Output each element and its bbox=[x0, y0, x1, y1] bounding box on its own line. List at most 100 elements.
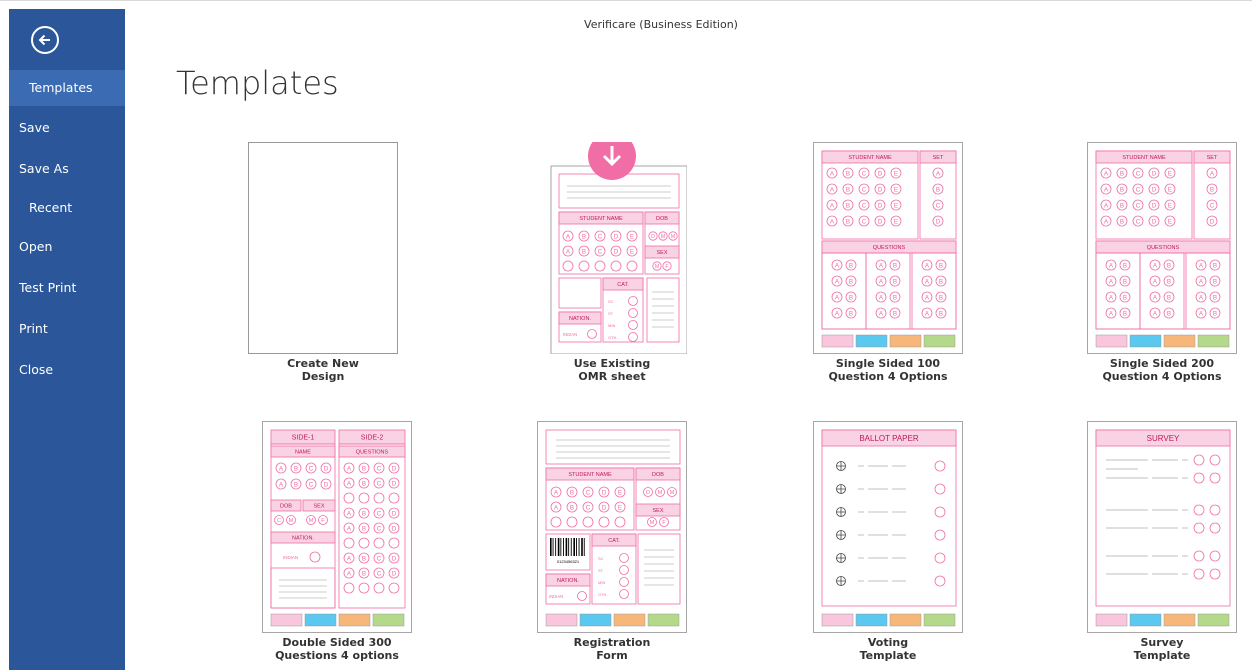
barcode-bar bbox=[570, 538, 572, 556]
template-label: Survey Template bbox=[1133, 636, 1191, 662]
bubble-letter: D bbox=[646, 490, 650, 496]
color-swatch bbox=[613, 613, 646, 627]
bubble-letter: D bbox=[614, 248, 619, 255]
bubble-letter: A bbox=[554, 489, 559, 496]
template-survey[interactable]: SURVEY Survey Template bbox=[1072, 421, 1252, 662]
field-header-label: STUDENT NAME bbox=[1122, 155, 1166, 161]
field-header-label: SIDE-2 bbox=[361, 435, 384, 442]
bubble-letter: C bbox=[377, 525, 382, 532]
bubble-letter: B bbox=[294, 465, 298, 472]
field-box bbox=[911, 252, 957, 330]
bubble-letter: B bbox=[582, 248, 586, 255]
bubble bbox=[309, 551, 321, 563]
template-single-100[interactable]: STUDENT NAME SET A B C D E A B C D E A B C D E A B C D E A B C D Q… bbox=[798, 142, 978, 383]
bubble bbox=[373, 537, 385, 549]
color-swatch bbox=[923, 334, 956, 348]
sidebar-item-recent[interactable]: Recent bbox=[9, 190, 125, 226]
bubble-letter: C bbox=[377, 510, 382, 517]
ballot-preview: BALLOT PAPER bbox=[821, 429, 957, 627]
bubble-letter: B bbox=[1123, 310, 1127, 317]
color-swatch bbox=[821, 334, 854, 348]
bubble-letter: D bbox=[602, 489, 607, 496]
barcode-bar bbox=[576, 538, 577, 556]
bubble-letter: M bbox=[658, 490, 663, 496]
field-box bbox=[1139, 252, 1185, 330]
bubble-letter: B bbox=[582, 233, 586, 240]
template-label: Single Sided 200 Question 4 Options bbox=[1102, 357, 1222, 383]
bubble-letter: D bbox=[392, 465, 397, 472]
bubble bbox=[619, 577, 629, 587]
bubble-letter: A bbox=[347, 525, 352, 532]
bubble-letter: A bbox=[830, 202, 835, 209]
voting-thumbnail: BALLOT PAPER bbox=[813, 421, 963, 633]
bubble-letter: A bbox=[1199, 262, 1204, 269]
single-100-preview: STUDENT NAME SET A B C D E A B C D E A B C D E A B C D E A B C D Q… bbox=[821, 150, 957, 348]
field-header-label: SEX bbox=[313, 503, 324, 509]
bubble-letter: F bbox=[662, 520, 666, 526]
sidebar-item-close[interactable]: Close bbox=[9, 352, 125, 388]
template-use-existing[interactable]: STUDENT NAME DOB A B C D E A B C D E D M M SEX M F NATION.… bbox=[522, 142, 702, 383]
back-button[interactable] bbox=[31, 26, 59, 54]
bubble-letter: F bbox=[665, 264, 668, 270]
bubble bbox=[1193, 550, 1205, 562]
template-registration[interactable]: STUDENT NAME DOB A B C D E A B C D E D M M SEX M F 0123456… bbox=[522, 421, 702, 662]
template-label: Single Sided 100 Question 4 Options bbox=[828, 357, 948, 383]
bubble bbox=[934, 575, 946, 587]
field-box bbox=[821, 429, 957, 607]
bubble-letter: D bbox=[1152, 170, 1157, 177]
template-double-300[interactable]: SIDE-1 SIDE-2 NAME QUESTIONS A B C D A B C D DOB SEX C… bbox=[247, 421, 427, 662]
sidebar-item-print[interactable]: Print bbox=[9, 311, 125, 347]
bubble-letter: E bbox=[894, 218, 898, 225]
bubble-letter: A bbox=[830, 170, 835, 177]
bubble bbox=[358, 492, 370, 504]
bubble-letter: D bbox=[878, 202, 883, 209]
bubble bbox=[934, 506, 946, 518]
field-header-label: DOB bbox=[656, 216, 668, 222]
template-create-new[interactable]: Create New Design bbox=[233, 142, 413, 383]
bubble-letter: A bbox=[1153, 278, 1158, 285]
bubble bbox=[934, 529, 946, 541]
bubble-letter: C bbox=[862, 170, 867, 177]
bubble-letter: B bbox=[294, 481, 298, 488]
sidebar-item-test-print[interactable]: Test Print bbox=[9, 270, 125, 306]
template-voting[interactable]: BALLOT PAPER Voting Template bbox=[798, 421, 978, 662]
bubble-letter: B bbox=[849, 262, 853, 269]
bubble-letter: D bbox=[392, 480, 397, 487]
bubble-letter: C bbox=[377, 480, 382, 487]
bubble-letter: E bbox=[1168, 218, 1172, 225]
field-box bbox=[1095, 252, 1141, 330]
barcode-bar bbox=[555, 538, 557, 556]
sidebar-item-open[interactable]: Open bbox=[9, 229, 125, 265]
bubble-letter: A bbox=[925, 262, 930, 269]
bubble bbox=[619, 565, 629, 575]
sidebar-item-templates[interactable]: Templates bbox=[9, 70, 125, 106]
field-box bbox=[545, 533, 591, 571]
bubble bbox=[358, 537, 370, 549]
category-label: SC bbox=[608, 299, 614, 304]
bubble-letter: B bbox=[846, 202, 850, 209]
field-header-label: SET bbox=[933, 155, 944, 161]
field-header-label: DOB bbox=[652, 472, 664, 478]
field-header-label: QUESTIONS bbox=[1147, 245, 1180, 251]
survey-preview: SURVEY bbox=[1095, 429, 1231, 627]
single-200-thumbnail: STUDENT NAME SET A B C D E A B C D E A B C D E A B C D E A B C D Q… bbox=[1087, 142, 1237, 354]
bubble-letter: C bbox=[1210, 202, 1215, 209]
bubble-letter: B bbox=[939, 262, 943, 269]
bubble-letter: B bbox=[1120, 170, 1124, 177]
sidebar-item-save[interactable]: Save bbox=[9, 110, 125, 146]
category-label: MIN bbox=[598, 580, 605, 585]
bubble-letter: C bbox=[598, 248, 603, 255]
sidebar-item-save-as[interactable]: Save As bbox=[9, 151, 125, 187]
field-box bbox=[1185, 252, 1231, 330]
color-swatch bbox=[1197, 334, 1230, 348]
top-border bbox=[0, 0, 1252, 1]
bubble bbox=[388, 537, 400, 549]
barcode-bar bbox=[581, 538, 583, 556]
bubble-letter: B bbox=[362, 555, 366, 562]
bubble-letter: B bbox=[1167, 262, 1171, 269]
bubble-letter: B bbox=[936, 186, 940, 193]
template-single-200[interactable]: STUDENT NAME SET A B C D E A B C D E A B C D E A B C D E A B C D Q… bbox=[1072, 142, 1252, 383]
bubble-letter: B bbox=[849, 310, 853, 317]
template-label: Use Existing OMR sheet bbox=[573, 357, 651, 383]
bubble-letter: A bbox=[879, 278, 884, 285]
